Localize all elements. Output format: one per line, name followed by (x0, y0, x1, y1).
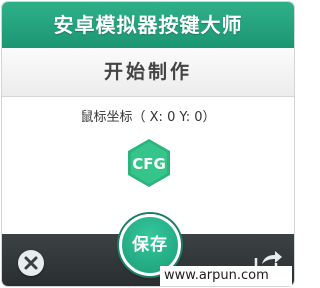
close-icon (24, 256, 38, 270)
mouse-coordinates: 鼠标坐标（ X: 0 Y: 0） (2, 106, 294, 125)
cfg-logo-text: CFG (132, 155, 166, 173)
close-button[interactable] (18, 250, 44, 276)
app-title: 安卓模拟器按键大师 (53, 13, 243, 37)
coords-label: 鼠标坐标（ X: (80, 110, 168, 125)
watermark-text: www.arpun.com (164, 268, 269, 283)
cfg-logo: CFG (128, 139, 170, 187)
title-bar: 安卓模拟器按键大师 (2, 2, 294, 48)
save-label: 保存 (132, 235, 168, 255)
watermark: www.arpun.com (160, 266, 292, 286)
action-title: 开始制作 (103, 61, 192, 83)
action-header[interactable]: 开始制作 (2, 48, 294, 97)
coords-close: ） (202, 110, 216, 125)
coords-sep: Y: (175, 110, 195, 125)
